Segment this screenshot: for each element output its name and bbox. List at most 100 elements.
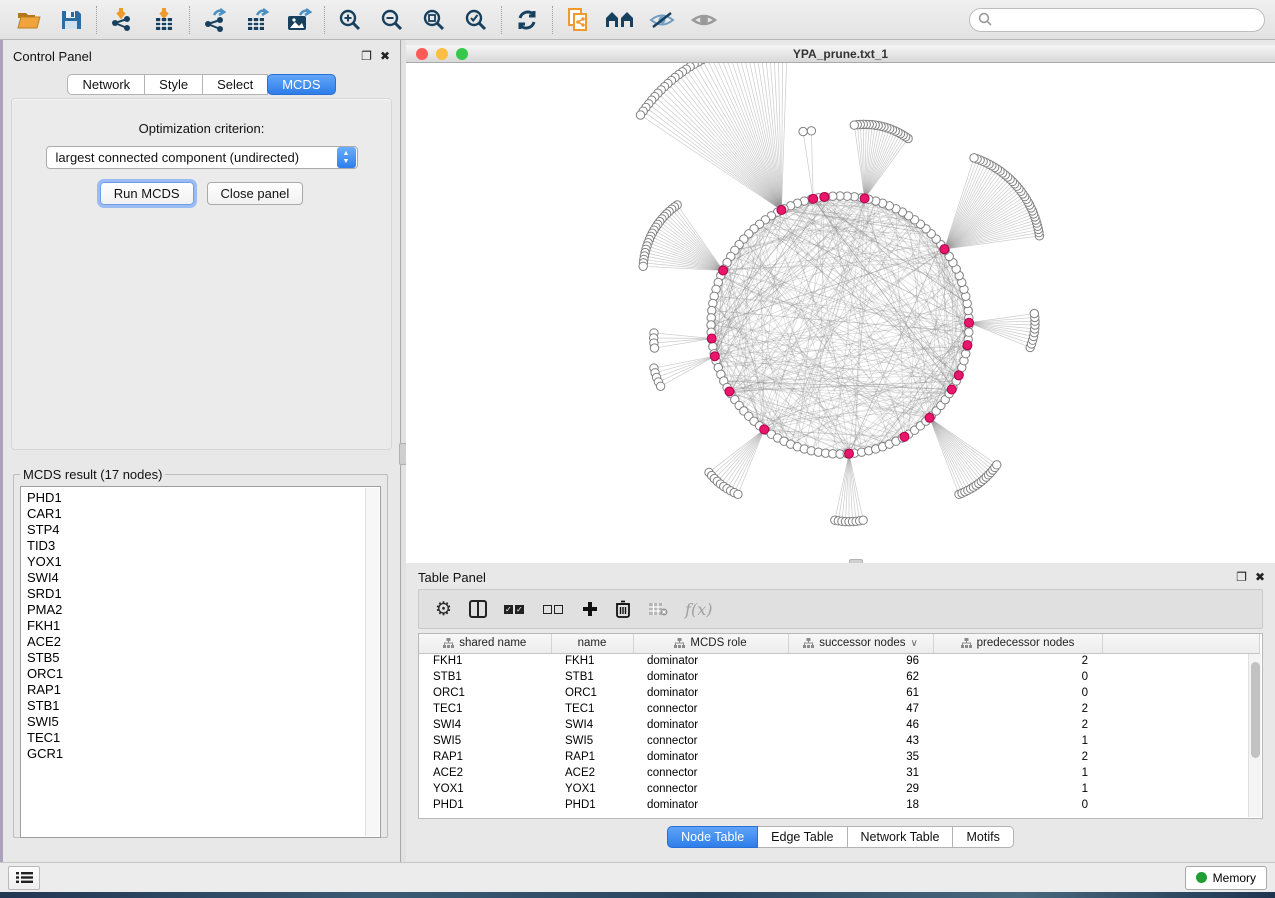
mcds-result-item[interactable]: FKH1 [27,618,380,634]
search-input[interactable] [993,13,1256,27]
mcds-result-item[interactable]: STB1 [27,698,380,714]
mcds-result-item[interactable]: CAR1 [27,506,380,522]
table-cell[interactable]: TEC1 [551,701,633,717]
mcds-result-item[interactable]: ORC1 [27,666,380,682]
table-cell[interactable]: 47 [788,701,933,717]
mcds-result-item[interactable]: PMA2 [27,602,380,618]
column-settings-button[interactable]: ⚙ [435,597,452,621]
table-cell[interactable]: 31 [788,765,933,781]
mcds-result-item[interactable]: ACE2 [27,634,380,650]
table-cell[interactable]: ACE2 [551,765,633,781]
zoom-out-button[interactable] [371,4,413,36]
column-header-mcds-role[interactable]: MCDS role [633,634,788,653]
table-cell[interactable]: SWI4 [419,717,551,733]
table-cell[interactable]: FKH1 [419,653,551,669]
table-cell[interactable]: connector [633,781,788,797]
table-cell[interactable]: dominator [633,797,788,813]
table-cell[interactable]: YOX1 [551,781,633,797]
unselect-all-columns-button[interactable] [543,597,565,621]
table-row[interactable]: STB1STB1dominator620 [419,669,1260,685]
function-builder-button[interactable]: f(x) [685,597,712,621]
table-scrollbar-thumb[interactable] [1251,662,1260,758]
table-cell[interactable]: FKH1 [551,653,633,669]
table-cell[interactable]: 62 [788,669,933,685]
table-cell[interactable]: STB1 [551,669,633,685]
minimize-window-icon[interactable] [436,48,448,60]
column-header-successor-nodes[interactable]: successor nodes ∨ [788,634,933,653]
table-cell[interactable]: 96 [788,653,933,669]
memory-button[interactable]: Memory [1185,866,1267,890]
table-cell[interactable]: ORC1 [419,685,551,701]
close-window-icon[interactable] [416,48,428,60]
table-cell[interactable]: connector [633,733,788,749]
table-cell[interactable]: TEC1 [419,701,551,717]
table-row[interactable]: TEC1TEC1connector472 [419,701,1260,717]
table-cell[interactable]: 46 [788,717,933,733]
float-panel-icon[interactable]: ❐ [361,50,372,62]
table-cell[interactable]: SWI5 [419,733,551,749]
mcds-result-item[interactable]: SRD1 [27,586,380,602]
table-cell[interactable]: STB1 [419,669,551,685]
zoom-selected-button[interactable] [455,4,497,36]
network-from-selection-button[interactable] [557,4,599,36]
sort-caret-icon[interactable]: ∨ [910,638,917,649]
table-row[interactable]: ACE2ACE2connector311 [419,765,1260,781]
table-cell[interactable]: 35 [788,749,933,765]
tab-network[interactable]: Network [67,74,145,95]
save-session-button[interactable] [50,4,92,36]
table-cell[interactable]: 1 [933,781,1102,797]
mcds-result-item[interactable]: SWI5 [27,714,380,730]
tab-style[interactable]: Style [145,74,203,95]
table-cell[interactable]: PHD1 [419,797,551,813]
table-cell[interactable]: PHD1 [551,797,633,813]
import-table-button[interactable] [143,4,185,36]
import-network-button[interactable] [101,4,143,36]
table-cell[interactable]: 1 [933,765,1102,781]
mcds-result-item[interactable]: YOX1 [27,554,380,570]
table-row[interactable]: RAP1RAP1dominator352 [419,749,1260,765]
column-header-shared-name[interactable]: shared name [419,634,551,653]
table-cell[interactable]: dominator [633,749,788,765]
tab-motifs[interactable]: Motifs [953,826,1013,848]
search-box[interactable] [969,8,1265,32]
table-cell[interactable]: connector [633,701,788,717]
first-neighbors-button[interactable] [599,4,641,36]
mcds-result-item[interactable]: GCR1 [27,746,380,762]
table-cell[interactable]: connector [633,765,788,781]
export-network-button[interactable] [194,4,236,36]
export-image-button[interactable] [278,4,320,36]
table-row[interactable]: PHD1PHD1dominator180 [419,797,1260,813]
close-panel-button[interactable]: Close panel [207,182,304,205]
tab-mcds[interactable]: MCDS [267,74,335,95]
table-cell[interactable]: 2 [933,749,1102,765]
table-cell[interactable]: 2 [933,717,1102,733]
select-all-columns-button[interactable] [504,597,526,621]
run-mcds-button[interactable]: Run MCDS [100,182,194,205]
open-file-button[interactable] [8,4,50,36]
table-cell[interactable]: 0 [933,669,1102,685]
table-row[interactable]: SWI4SWI4dominator462 [419,717,1260,733]
mcds-result-item[interactable]: TID3 [27,538,380,554]
zoom-in-button[interactable] [329,4,371,36]
mcds-result-listbox[interactable]: PHD1CAR1STP4TID3YOX1SWI4SRD1PMA2FKH1ACE2… [20,486,381,838]
table-cell[interactable]: YOX1 [419,781,551,797]
table-cell[interactable]: 29 [788,781,933,797]
network-view-titlebar[interactable]: YPA_prune.txt_1 [406,45,1275,63]
hide-selected-button[interactable] [641,4,683,36]
tab-select[interactable]: Select [203,74,268,95]
mcds-result-item[interactable]: PHD1 [27,490,380,506]
close-panel-icon[interactable]: ✖ [1255,571,1265,583]
float-panel-icon[interactable]: ❐ [1236,571,1247,583]
table-scrollbar[interactable] [1248,654,1261,817]
table-cell[interactable]: 43 [788,733,933,749]
tab-edge-table[interactable]: Edge Table [758,826,847,848]
table-cell[interactable]: dominator [633,669,788,685]
tab-network-table[interactable]: Network Table [848,826,954,848]
table-cell[interactable]: ACE2 [419,765,551,781]
table-row[interactable]: YOX1YOX1connector291 [419,781,1260,797]
table-row[interactable]: ORC1ORC1dominator610 [419,685,1260,701]
table-cell[interactable]: SWI5 [551,733,633,749]
table-cell[interactable]: RAP1 [419,749,551,765]
zoom-fit-button[interactable] [413,4,455,36]
show-all-button[interactable] [683,4,725,36]
